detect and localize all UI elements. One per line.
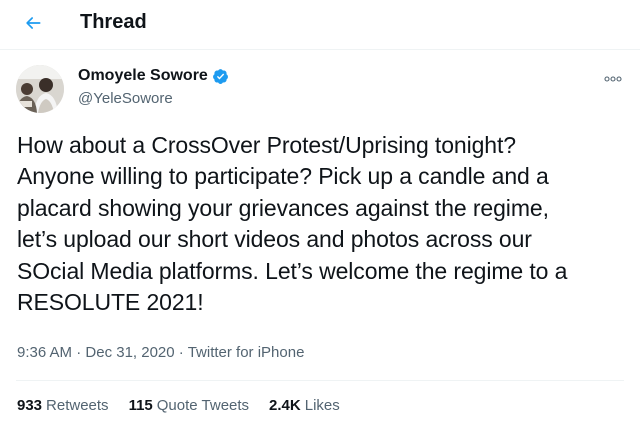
stat-quote-tweets[interactable]: 115 Quote Tweets (129, 397, 249, 414)
more-options-button[interactable] (600, 66, 626, 92)
page-title: Thread (80, 11, 147, 33)
tweet-date[interactable]: Dec 31, 2020 (85, 344, 174, 361)
tweet-source[interactable]: Twitter for iPhone (188, 344, 305, 361)
tweet-text: How about a CrossOver Protest/Uprising t… (17, 132, 568, 316)
likes-count: 2.4K (269, 397, 301, 414)
back-button[interactable] (16, 8, 50, 42)
retweets-count: 933 (17, 397, 43, 414)
arrow-left-icon (23, 13, 43, 38)
avatar[interactable] (16, 65, 64, 113)
retweets-label: Retweets (46, 397, 109, 414)
likes-label: Likes (304, 397, 340, 414)
tweet-meta: 9:36 AM · Dec 31, 2020 · Twitter for iPh… (17, 344, 304, 361)
quote-tweets-label: Quote Tweets (156, 397, 250, 414)
tweet-stats: 933 Retweets 115 Quote Tweets 2.4K Likes (17, 397, 340, 414)
divider (16, 380, 624, 381)
stat-likes[interactable]: 2.4K Likes (269, 397, 340, 414)
thread-header: Thread (0, 0, 640, 50)
quote-tweets-count: 115 (128, 397, 153, 414)
meta-separator: · (178, 344, 184, 361)
meta-separator: · (76, 344, 82, 361)
more-options-icon (604, 70, 622, 88)
tweet-time[interactable]: 9:36 AM (17, 344, 72, 361)
verified-badge-icon (212, 68, 229, 85)
user-handle[interactable]: @YeleSowore (78, 90, 173, 107)
tweet-author: Omoyele Sowore @YeleSowore (16, 62, 626, 114)
display-name-container[interactable]: Omoyele Sowore (78, 67, 229, 85)
display-name[interactable]: Omoyele Sowore (78, 67, 208, 85)
stat-retweets[interactable]: 933 Retweets (17, 397, 109, 414)
